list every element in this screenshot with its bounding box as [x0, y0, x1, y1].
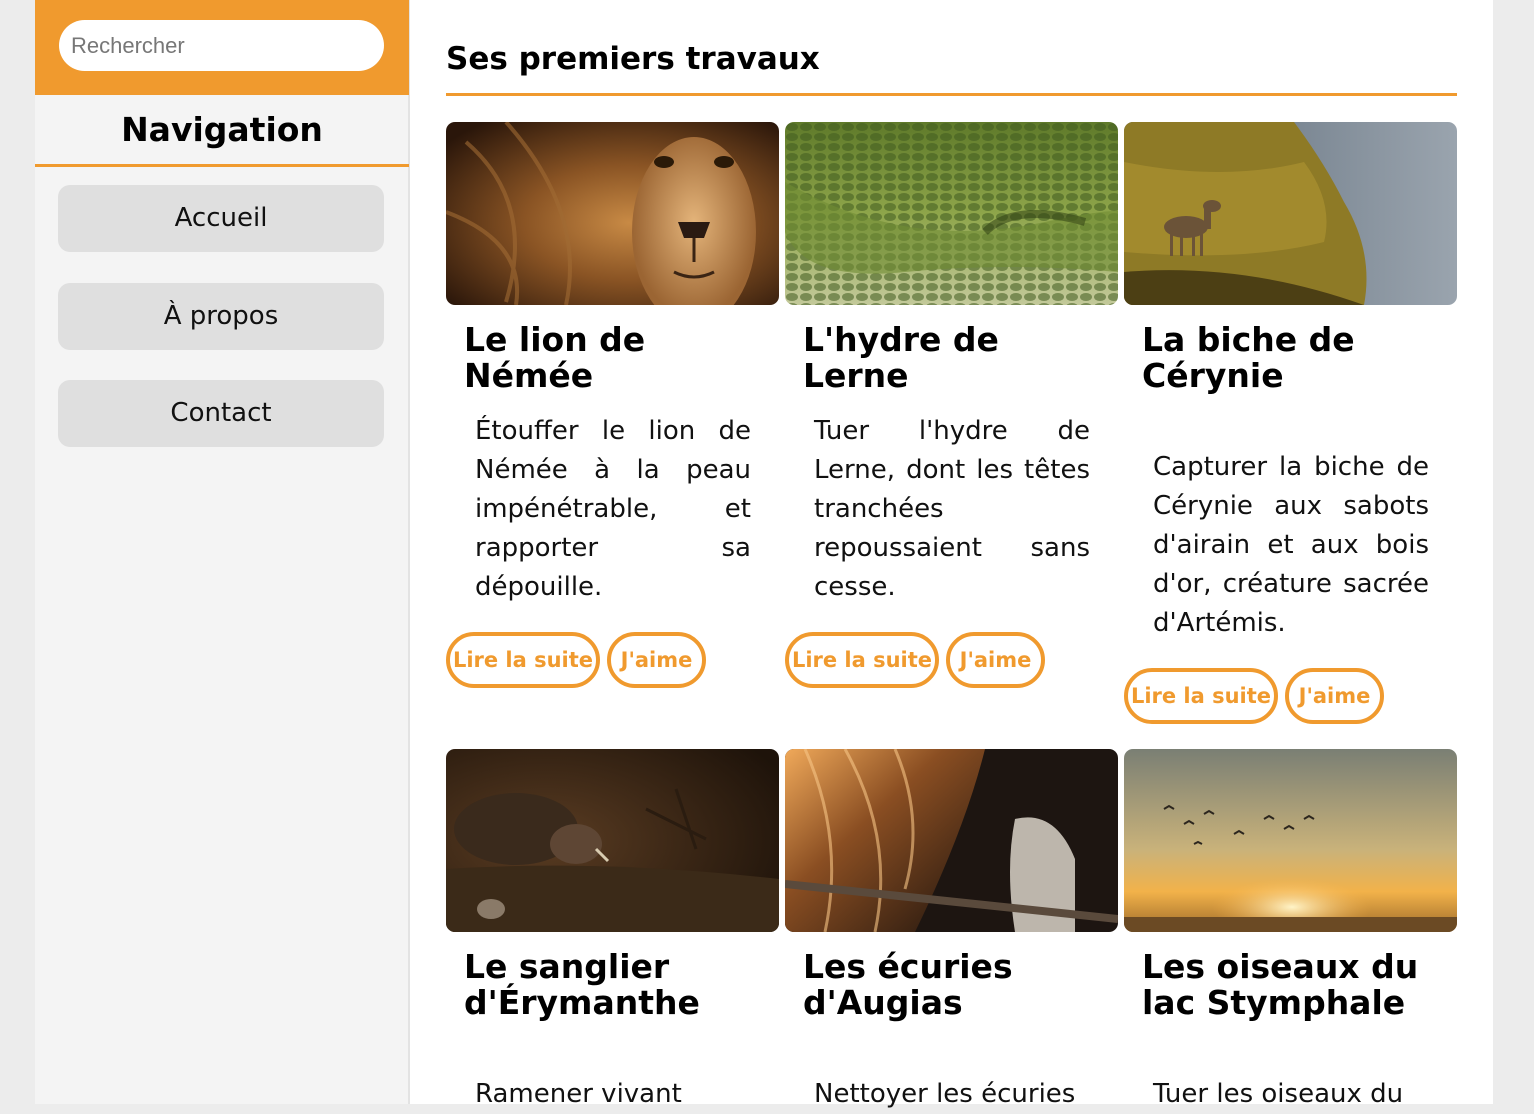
- like-button[interactable]: J'aime: [1285, 668, 1384, 724]
- card-title: Les écuries d'Augias: [803, 947, 1013, 1022]
- card-title: L'hydre de Lerne: [803, 320, 999, 395]
- card-image-sanglier: [446, 749, 779, 932]
- nav-item-accueil[interactable]: Accueil: [58, 185, 384, 252]
- card-image-lion: [446, 122, 779, 305]
- main-content: Ses premiers travaux Le lion de Némée Ét…: [446, 0, 1457, 1109]
- card-image-biche: [1124, 122, 1457, 305]
- page-title: Ses premiers travaux: [446, 36, 1457, 96]
- read-more-button[interactable]: Lire la suite: [446, 632, 600, 688]
- card-text: Nettoyer les écuries: [814, 1079, 1076, 1109]
- card-image-hydre: [785, 122, 1118, 305]
- nav-item-contact[interactable]: Contact: [58, 380, 384, 447]
- card-text: Tuer l'hydre de Lerne, dont les têtes tr…: [814, 416, 1090, 602]
- sidebar: Navigation Accueil À propos Contact: [35, 0, 410, 1104]
- card-title: Les oiseaux du lac Stymphale: [1142, 947, 1419, 1022]
- nav-item-a-propos[interactable]: À propos: [58, 283, 384, 350]
- card-text: Étouffer le lion de Némée à la peau impé…: [475, 416, 751, 602]
- like-button[interactable]: J'aime: [607, 632, 706, 688]
- page: Navigation Accueil À propos Contact Ses …: [35, 0, 1493, 1109]
- navigation-title: Navigation: [35, 95, 409, 167]
- card-title: Le lion de Némée: [464, 320, 646, 395]
- read-more-button[interactable]: Lire la suite: [1124, 668, 1278, 724]
- search-input[interactable]: [59, 20, 384, 71]
- like-button[interactable]: J'aime: [946, 632, 1045, 688]
- search-band: [35, 0, 409, 95]
- card-text: Capturer la biche de Cérynie aux sabots …: [1153, 452, 1429, 638]
- card-text: Tuer les oiseaux du: [1153, 1079, 1404, 1109]
- card-text: Ramener vivant: [475, 1079, 682, 1109]
- read-more-button[interactable]: Lire la suite: [785, 632, 939, 688]
- card-image-oiseaux: [1124, 749, 1457, 932]
- card-title: Le sanglier d'Érymanthe: [464, 947, 700, 1022]
- card-title: La biche de Cérynie: [1142, 320, 1355, 395]
- card-image-ecuries: [785, 749, 1118, 932]
